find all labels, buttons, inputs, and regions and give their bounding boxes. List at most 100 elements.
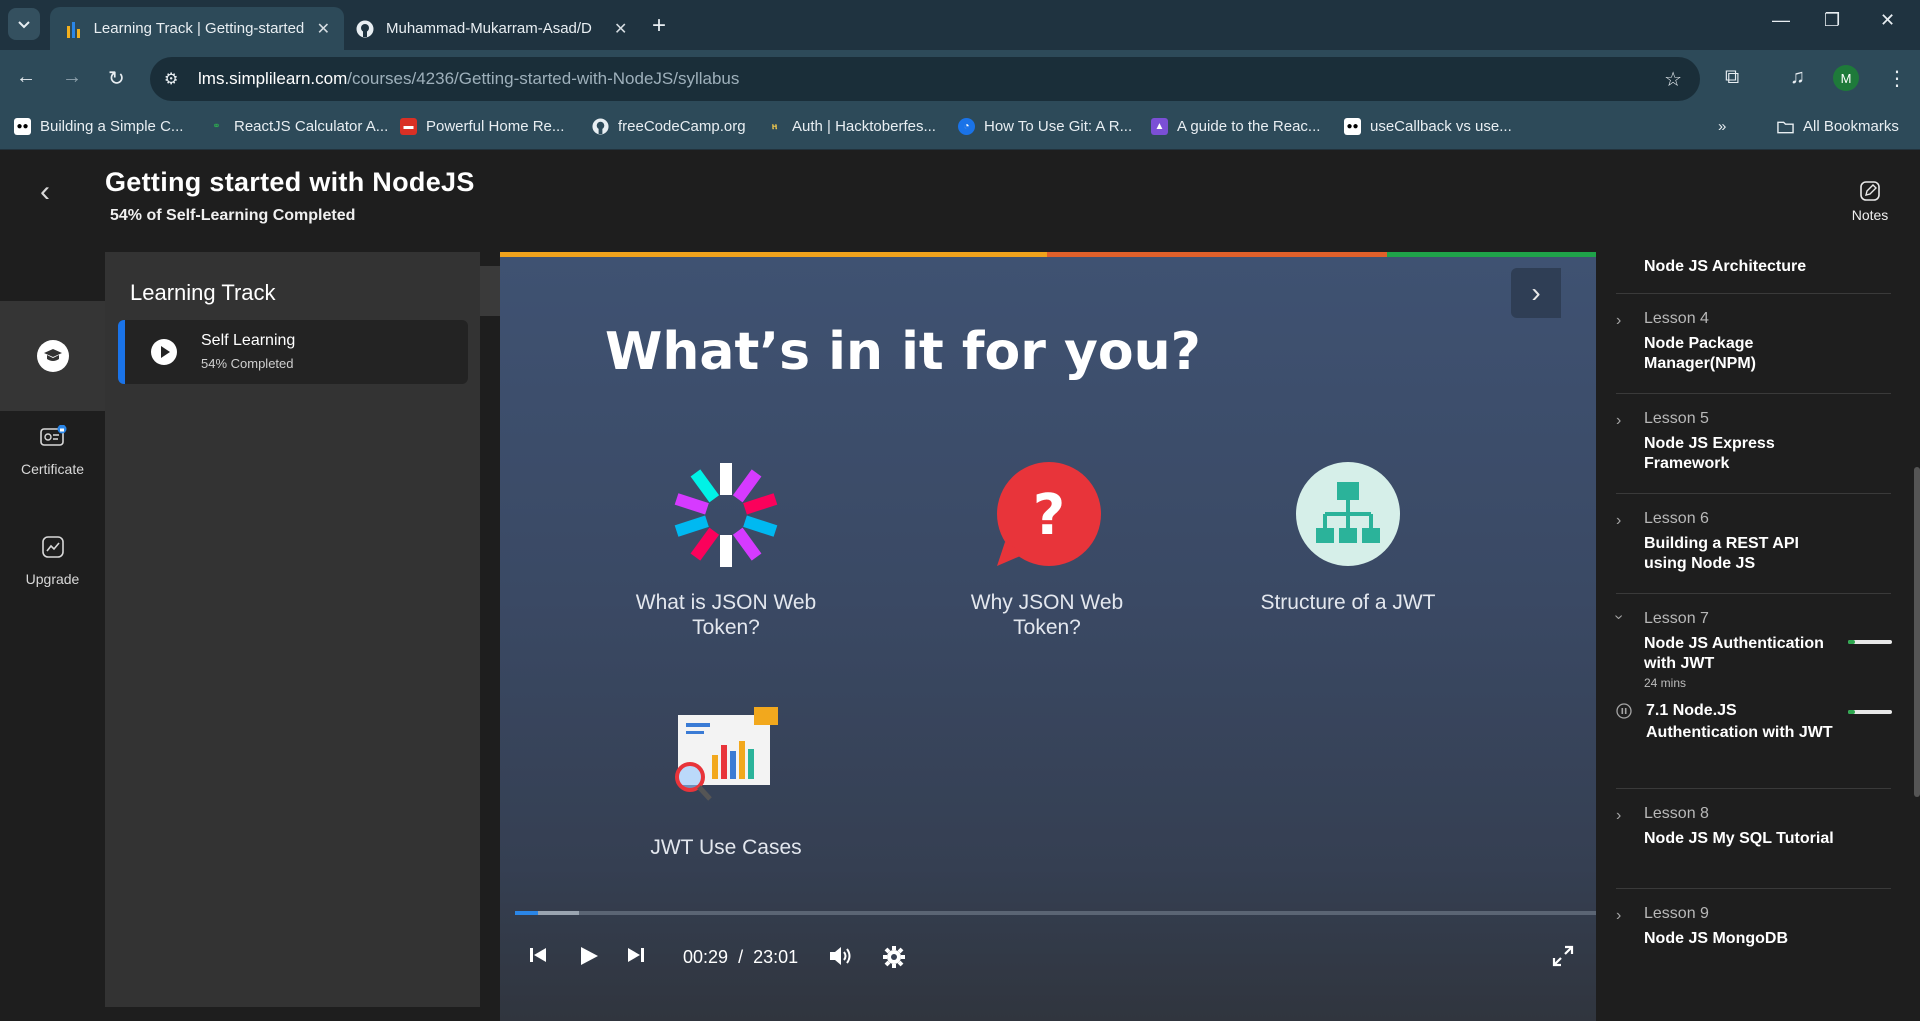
profile-avatar[interactable]: M xyxy=(1833,65,1859,91)
slide-item-label: Why JSON Web Token? xyxy=(970,591,1124,639)
back-chevron-icon[interactable]: ‹ xyxy=(40,175,50,209)
restore-button[interactable]: ❐ xyxy=(1824,10,1840,31)
upgrade-icon xyxy=(37,531,69,563)
github-icon xyxy=(356,20,374,38)
site-info-icon[interactable]: ⚙ xyxy=(164,69,186,89)
tab-title: Learning Track | Getting-started xyxy=(93,20,305,37)
track-card-progress: 54% Completed xyxy=(201,356,294,371)
syllabus-lesson-3[interactable]: Node JS Architecture xyxy=(1616,252,1891,294)
lesson-number: Lesson 6 xyxy=(1644,510,1709,527)
media-controls-icon[interactable]: ♫ xyxy=(1790,66,1805,89)
minimize-button[interactable]: — xyxy=(1772,10,1790,31)
sub-item-progress-bar xyxy=(1848,710,1892,714)
syllabus-lesson-8[interactable]: › Lesson 8 Node JS My SQL Tutorial xyxy=(1616,789,1891,889)
syllabus-lesson-7[interactable]: › Lesson 7 Node JS Authentication with J… xyxy=(1611,594,1892,789)
tab-search-button[interactable] xyxy=(8,8,40,40)
medium-icon: ●● xyxy=(14,118,31,135)
lesson-name: Node JS Authentication with JWT xyxy=(1644,635,1824,672)
site-icon: ◔ xyxy=(958,118,975,135)
analytics-report-icon xyxy=(675,707,778,801)
volume-icon[interactable] xyxy=(828,945,854,973)
bookmark-item[interactable]: ●● useCallback vs use... xyxy=(1344,118,1512,135)
all-bookmarks-button[interactable]: All Bookmarks xyxy=(1777,118,1899,135)
bookmark-item[interactable]: ⚭ ReactJS Calculator A... xyxy=(208,118,388,135)
bookmark-item[interactable]: ●● Building a Simple C... xyxy=(14,118,183,135)
bookmark-item[interactable]: ◔ How To Use Git: A R... xyxy=(958,118,1132,135)
play-circle-icon xyxy=(151,339,177,365)
learning-track-panel: Learning Track Self Learning 54% Complet… xyxy=(105,252,480,1007)
syllabus-lesson-4[interactable]: › Lesson 4 Node Package Manager(NPM) xyxy=(1616,294,1891,394)
slide-item-label: Structure of a JWT xyxy=(1260,591,1436,614)
new-tab-button[interactable]: + xyxy=(652,12,666,40)
learning-track-heading: Learning Track xyxy=(130,280,276,305)
certificate-icon xyxy=(37,421,69,453)
lesson-name: Node JS My SQL Tutorial xyxy=(1644,830,1834,847)
rail-upgrade[interactable]: Upgrade xyxy=(0,531,105,611)
close-window-button[interactable]: ✕ xyxy=(1880,10,1895,31)
self-learning-card[interactable]: Self Learning 54% Completed xyxy=(118,320,468,384)
notes-button[interactable]: Notes xyxy=(1850,179,1890,223)
bookmark-item[interactable]: ▲ A guide to the Reac... xyxy=(1151,118,1320,135)
lesson-number: Lesson 5 xyxy=(1644,410,1709,427)
extensions-icon[interactable]: ⧉ xyxy=(1725,66,1739,89)
pause-circle-icon[interactable] xyxy=(1616,703,1632,719)
chevron-right-icon: › xyxy=(1616,312,1622,329)
sub-item-name[interactable]: 7.1 Node.JS Authentication with JWT xyxy=(1646,700,1836,744)
lesson-progress-bar xyxy=(1848,640,1892,644)
syllabus-lesson-5[interactable]: › Lesson 5 Node JS Express Framework xyxy=(1616,394,1891,494)
video-player[interactable]: › What’s in it for you? What is JSON Web xyxy=(500,252,1596,1021)
slide-item-jwt-structure: Structure of a JWT xyxy=(1238,462,1458,615)
slide-item-what-is-jwt: What is JSON Web Token? xyxy=(616,462,836,640)
lesson-number: Lesson 8 xyxy=(1644,805,1709,822)
question-bubble-icon: ? xyxy=(997,462,1101,566)
bookmark-item[interactable]: ⲏ Auth | Hacktoberfes... xyxy=(766,118,936,135)
seek-played xyxy=(515,911,538,915)
lesson-number: Lesson 7 xyxy=(1644,610,1709,627)
bookmark-star-icon[interactable]: ☆ xyxy=(1664,67,1682,92)
close-icon[interactable]: ✕ xyxy=(317,19,330,39)
lesson-number: Lesson 9 xyxy=(1644,905,1709,922)
tab-title: Muhammad-Mukarram-Asad/D xyxy=(386,20,592,37)
chevron-right-icon: › xyxy=(1616,512,1622,529)
certificate-label: Certificate xyxy=(20,461,85,477)
bookmarks-bar: ●● Building a Simple C... ⚭ ReactJS Calcul… xyxy=(0,108,1920,150)
lesson-name: Node JS MongoDB xyxy=(1644,930,1788,947)
reload-button[interactable]: ↻ xyxy=(108,66,125,91)
next-icon[interactable] xyxy=(626,945,646,971)
slide-item-label: JWT Use Cases xyxy=(650,836,802,859)
previous-icon[interactable] xyxy=(528,945,548,971)
syllabus-scrollbar[interactable] xyxy=(1914,467,1920,797)
menu-icon[interactable]: ⋮ xyxy=(1887,66,1907,91)
settings-gear-icon[interactable] xyxy=(882,945,906,975)
lesson-name: Node JS Express Framework xyxy=(1644,435,1775,472)
back-button[interactable]: ← xyxy=(16,66,36,89)
lms-page: ‹ Getting started with NodeJS 54% of Sel… xyxy=(0,151,1920,1021)
bookmark-item[interactable]: ▬ Powerful Home Re... xyxy=(400,118,564,135)
edit-note-icon xyxy=(1860,181,1880,201)
more-bookmarks-chevron-icon[interactable]: » xyxy=(1718,118,1726,135)
tab-learning-track[interactable]: Learning Track | Getting-started ✕ xyxy=(50,7,344,50)
syllabus-lesson-6[interactable]: › Lesson 6 Building a REST API using Nod… xyxy=(1616,494,1891,594)
fullscreen-icon[interactable] xyxy=(1552,945,1574,973)
seek-bar[interactable] xyxy=(515,911,1596,915)
bookmark-item[interactable]: freeCodeCamp.org xyxy=(592,118,746,135)
rail-learning[interactable] xyxy=(0,301,105,411)
svg-text:?: ? xyxy=(1033,483,1065,548)
chevron-right-icon: › xyxy=(1616,907,1622,924)
slide-title: What’s in it for you? xyxy=(605,322,1201,382)
video-top-bar-segment xyxy=(1387,252,1596,257)
notes-label: Notes xyxy=(1851,207,1889,223)
forward-button[interactable]: → xyxy=(62,66,82,89)
lesson-duration: 24 mins xyxy=(1644,676,1687,690)
video-top-bar-segment xyxy=(500,252,1047,257)
address-bar[interactable]: ⚙ lms.simplilearn.com/courses/4236/Getti… xyxy=(150,57,1700,101)
tab-github[interactable]: Muhammad-Mukarram-Asad/D ✕ xyxy=(342,7,642,50)
syllabus-lesson-9[interactable]: › Lesson 9 Node JS MongoDB xyxy=(1616,889,1891,989)
next-slide-chevron-icon[interactable]: › xyxy=(1511,268,1561,318)
chevron-right-icon: › xyxy=(1616,412,1622,429)
slide-item-label: What is JSON Web Token? xyxy=(635,591,817,639)
play-icon[interactable] xyxy=(578,945,600,973)
browser-tabstrip: Learning Track | Getting-started ✕ Muham… xyxy=(0,0,1920,50)
close-icon[interactable]: ✕ xyxy=(614,19,627,39)
rail-certificate[interactable]: Certificate xyxy=(0,421,105,501)
